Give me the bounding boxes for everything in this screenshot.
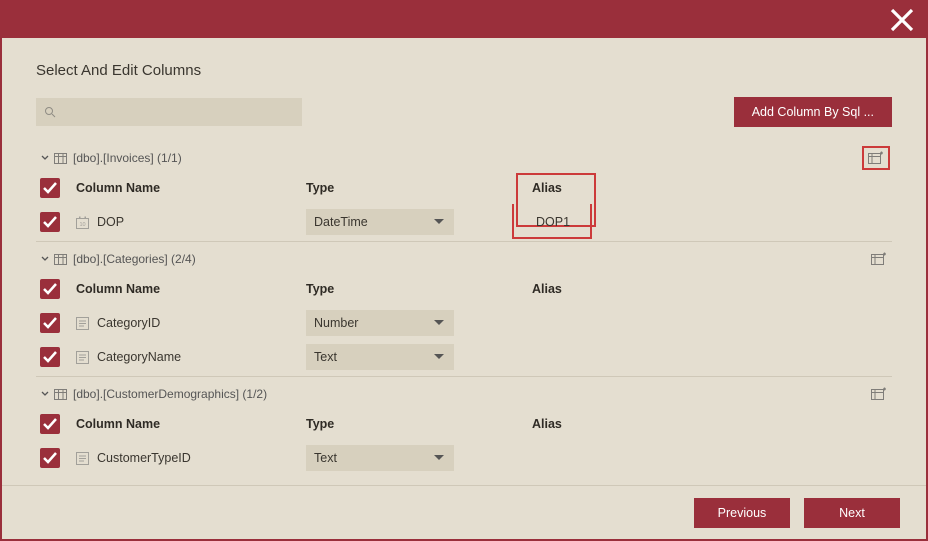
add-column-icon[interactable] bbox=[862, 146, 890, 170]
table-group-header: [dbo].[CustomerDemographics] (1/2) bbox=[36, 381, 892, 407]
svg-text:10: 10 bbox=[79, 222, 85, 228]
toolbar: Add Column By Sql ... bbox=[36, 97, 892, 127]
header-alias: Alias bbox=[532, 417, 892, 431]
table-icon bbox=[54, 153, 67, 164]
column-name-cell: CategoryName bbox=[76, 350, 306, 364]
row-checkbox[interactable] bbox=[40, 448, 60, 468]
titlebar bbox=[2, 2, 926, 38]
header-type: Type bbox=[306, 282, 532, 296]
column-name-text: DOP bbox=[97, 215, 124, 229]
search-icon bbox=[44, 106, 56, 118]
expand-toggle[interactable] bbox=[38, 255, 52, 263]
header-column-name: Column Name bbox=[76, 181, 306, 195]
table-icon bbox=[54, 389, 67, 400]
column-row: 10 DOP DateTime DOP1 bbox=[36, 205, 892, 239]
column-name-cell: CustomerTypeID bbox=[76, 451, 306, 465]
header-column-name: Column Name bbox=[76, 417, 306, 431]
add-column-icon[interactable] bbox=[868, 250, 890, 268]
select-all-checkbox[interactable] bbox=[40, 178, 60, 198]
type-select[interactable]: Number bbox=[306, 310, 454, 336]
table-group-header: [dbo].[Invoices] (1/1) bbox=[36, 145, 892, 171]
next-button[interactable]: Next bbox=[804, 498, 900, 528]
header-type: Type bbox=[306, 417, 532, 431]
table-icon bbox=[54, 254, 67, 265]
close-icon[interactable] bbox=[890, 8, 914, 32]
select-all-checkbox[interactable] bbox=[40, 414, 60, 434]
alias-cell[interactable]: DOP1 bbox=[532, 215, 892, 229]
type-select[interactable]: Text bbox=[306, 344, 454, 370]
column-row: CategoryID Number bbox=[36, 306, 892, 340]
field-icon bbox=[76, 452, 89, 465]
search-input[interactable] bbox=[36, 98, 302, 126]
table-group-label: [dbo].[CustomerDemographics] (1/2) bbox=[73, 387, 267, 401]
header-alias: Alias bbox=[532, 282, 892, 296]
columns-header: Column NameTypeAlias bbox=[36, 272, 892, 306]
type-select[interactable]: DateTime bbox=[306, 209, 454, 235]
column-row: CustomerTypeID Text bbox=[36, 441, 892, 475]
row-checkbox[interactable] bbox=[40, 313, 60, 333]
row-checkbox[interactable] bbox=[40, 212, 60, 232]
content-area: Select And Edit Columns Add Column By Sq… bbox=[2, 38, 926, 485]
footer: Previous Next bbox=[2, 485, 926, 539]
expand-toggle[interactable] bbox=[38, 154, 52, 162]
header-alias: Alias bbox=[532, 181, 892, 195]
select-all-checkbox[interactable] bbox=[40, 279, 60, 299]
row-checkbox[interactable] bbox=[40, 347, 60, 367]
header-column-name: Column Name bbox=[76, 282, 306, 296]
type-select[interactable]: Text bbox=[306, 445, 454, 471]
expand-toggle[interactable] bbox=[38, 390, 52, 398]
column-name-cell: 10 DOP bbox=[76, 215, 306, 229]
add-column-icon[interactable] bbox=[868, 385, 890, 403]
column-row: CategoryName Text bbox=[36, 340, 892, 374]
columns-header: Column NameTypeAlias bbox=[36, 171, 892, 205]
field-icon bbox=[76, 351, 89, 364]
table-group-label: [dbo].[Invoices] (1/1) bbox=[73, 151, 182, 165]
table-group-header: [dbo].[Categories] (2/4) bbox=[36, 246, 892, 272]
header-type: Type bbox=[306, 181, 532, 195]
field-icon bbox=[76, 317, 89, 330]
field-icon: 10 bbox=[76, 216, 89, 229]
columns-header: Column NameTypeAlias bbox=[36, 407, 892, 441]
page-title: Select And Edit Columns bbox=[36, 62, 892, 79]
dialog: Select And Edit Columns Add Column By Sq… bbox=[0, 0, 928, 541]
column-name-cell: CategoryID bbox=[76, 316, 306, 330]
previous-button[interactable]: Previous bbox=[694, 498, 790, 528]
table-group-label: [dbo].[Categories] (2/4) bbox=[73, 252, 196, 266]
column-name-text: CustomerTypeID bbox=[97, 451, 191, 465]
column-name-text: CategoryID bbox=[97, 316, 160, 330]
add-column-sql-button[interactable]: Add Column By Sql ... bbox=[734, 97, 892, 127]
column-name-text: CategoryName bbox=[97, 350, 181, 364]
